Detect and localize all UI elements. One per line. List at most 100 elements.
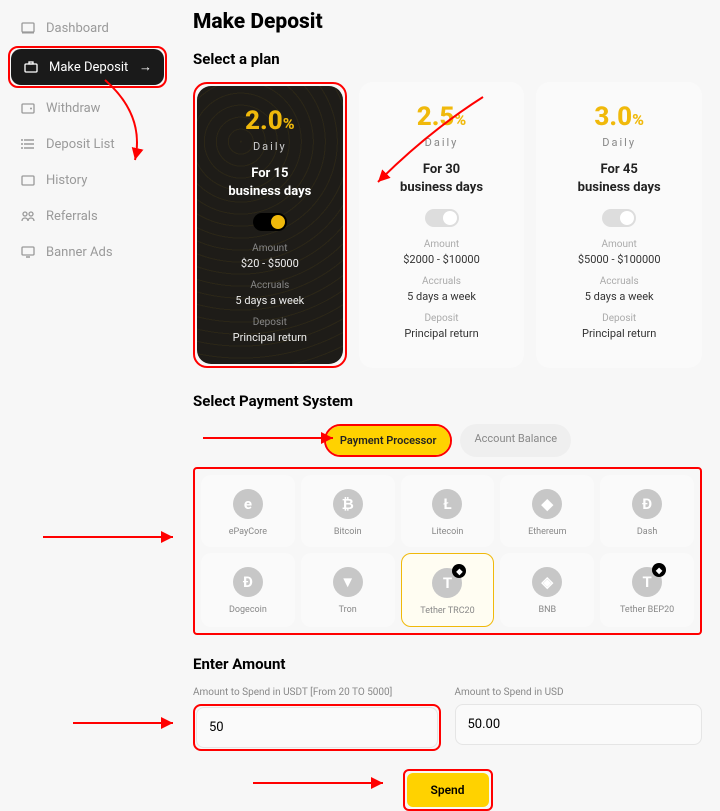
spend-button[interactable]: Spend bbox=[407, 773, 489, 807]
amount-usd-label: Amount to Spend in USD bbox=[455, 687, 703, 698]
dash-icon: Đ bbox=[632, 489, 662, 519]
arrow-right-icon: → bbox=[139, 59, 152, 75]
pay-method-bnb[interactable]: ◈BNB bbox=[500, 553, 594, 627]
tether-icon: T◆ bbox=[432, 568, 462, 598]
accruals-label: Accruals bbox=[369, 276, 515, 287]
history-icon bbox=[20, 172, 36, 188]
plan-toggle[interactable] bbox=[602, 209, 636, 227]
deposit-value: Principal return bbox=[546, 327, 692, 340]
amount-section: Enter Amount Amount to Spend in USDT [Fr… bbox=[193, 655, 702, 811]
amount-value: $20 - $5000 bbox=[207, 257, 333, 270]
deposit-label: Deposit bbox=[546, 313, 692, 324]
sidebar-item-history[interactable]: History bbox=[8, 162, 167, 198]
pay-tabs-row: Payment Processor Account Balance bbox=[193, 424, 702, 467]
annotation-arrow-icon bbox=[253, 773, 393, 793]
plan-rate: 3.0% bbox=[546, 102, 692, 132]
plan-rate: 2.0% bbox=[207, 106, 333, 136]
plan-period-label: Daily bbox=[369, 136, 515, 149]
plan-card-1[interactable]: 2.0% Daily For 15business days Amount $2… bbox=[197, 86, 343, 364]
sidebar-item-make-deposit[interactable]: Make Deposit → bbox=[11, 49, 164, 85]
ethereum-icon: ◆ bbox=[532, 489, 562, 519]
pay-method-bitcoin[interactable]: ₿Bitcoin bbox=[301, 475, 395, 547]
payment-section: Select Payment System Payment Processor … bbox=[193, 392, 702, 635]
pay-method-tron[interactable]: ▼Tron bbox=[301, 553, 395, 627]
sidebar: Dashboard Make Deposit → Withdraw Deposi… bbox=[0, 0, 175, 810]
plan-duration: For 30business days bbox=[369, 161, 515, 197]
network-badge-icon: ◆ bbox=[452, 564, 466, 578]
highlight-box: 2.0% Daily For 15business days Amount $2… bbox=[193, 82, 347, 368]
main-content: Make Deposit Select a plan 2.0% Daily Fo… bbox=[175, 0, 720, 810]
sidebar-item-label: Dashboard bbox=[46, 21, 109, 36]
amount-value: $5000 - $100000 bbox=[546, 253, 692, 266]
amount-value: $2000 - $10000 bbox=[369, 253, 515, 266]
highlight-box: eePayCore ₿Bitcoin ŁLitecoin ◆Ethereum Đ… bbox=[193, 467, 702, 635]
dogecoin-icon: Ð bbox=[233, 567, 263, 597]
highlight-box: Spend bbox=[403, 769, 493, 811]
deposit-label: Deposit bbox=[207, 317, 333, 328]
dashboard-icon bbox=[20, 20, 36, 36]
deposit-value: Principal return bbox=[207, 331, 333, 344]
wallet-icon bbox=[20, 100, 36, 116]
accruals-value: 5 days a week bbox=[546, 290, 692, 303]
deposit-value: Principal return bbox=[369, 327, 515, 340]
accruals-label: Accruals bbox=[546, 276, 692, 287]
deposit-label: Deposit bbox=[369, 313, 515, 324]
sidebar-item-deposit-list[interactable]: Deposit List bbox=[8, 126, 167, 162]
accruals-value: 5 days a week bbox=[369, 290, 515, 303]
payment-grid: eePayCore ₿Bitcoin ŁLitecoin ◆Ethereum Đ… bbox=[201, 475, 694, 627]
sidebar-item-label: History bbox=[46, 173, 87, 188]
sidebar-item-label: Deposit List bbox=[46, 137, 115, 152]
plan-card-2[interactable]: 2.5% Daily For 30business days Amount $2… bbox=[359, 82, 525, 368]
highlight-box: Payment Processor bbox=[324, 424, 453, 457]
plans-row: 2.0% Daily For 15business days Amount $2… bbox=[193, 82, 702, 368]
tron-icon: ▼ bbox=[333, 567, 363, 597]
tab-account-balance[interactable]: Account Balance bbox=[460, 424, 571, 457]
amount-spend-input[interactable] bbox=[196, 707, 438, 748]
plan-toggle[interactable] bbox=[253, 213, 287, 231]
tab-payment-processor[interactable]: Payment Processor bbox=[326, 426, 451, 455]
plan-period-label: Daily bbox=[546, 136, 692, 149]
amount-label: Amount bbox=[207, 243, 333, 254]
section-title-plan: Select a plan bbox=[193, 50, 702, 68]
amount-spend-label: Amount to Spend in USDT [From 20 TO 5000… bbox=[193, 687, 441, 698]
amount-usd-col: Amount to Spend in USD bbox=[455, 687, 703, 751]
amount-usd-input[interactable] bbox=[455, 704, 703, 745]
plan-card-3[interactable]: 3.0% Daily For 45business days Amount $5… bbox=[536, 82, 702, 368]
highlight-box bbox=[193, 704, 441, 751]
highlight-box: Make Deposit → bbox=[8, 46, 167, 88]
pay-method-litecoin[interactable]: ŁLitecoin bbox=[401, 475, 495, 547]
plan-period-label: Daily bbox=[207, 140, 333, 153]
section-title-amount: Enter Amount bbox=[193, 655, 702, 673]
pay-method-tether-bep20[interactable]: T◆Tether BEP20 bbox=[600, 553, 694, 627]
sidebar-item-banner-ads[interactable]: Banner Ads bbox=[8, 234, 167, 270]
pay-method-dash[interactable]: ĐDash bbox=[600, 475, 694, 547]
tether-icon: T◆ bbox=[632, 567, 662, 597]
litecoin-icon: Ł bbox=[432, 489, 462, 519]
briefcase-icon bbox=[23, 59, 39, 75]
sidebar-item-referrals[interactable]: Referrals bbox=[8, 198, 167, 234]
list-icon bbox=[20, 136, 36, 152]
accruals-value: 5 days a week bbox=[207, 294, 333, 307]
monitor-icon bbox=[20, 244, 36, 260]
sidebar-item-label: Withdraw bbox=[46, 101, 100, 116]
network-badge-icon: ◆ bbox=[652, 563, 666, 577]
bitcoin-icon: ₿ bbox=[333, 489, 363, 519]
sidebar-item-label: Banner Ads bbox=[46, 245, 113, 260]
sidebar-item-withdraw[interactable]: Withdraw bbox=[8, 90, 167, 126]
pay-method-dogecoin[interactable]: ÐDogecoin bbox=[201, 553, 295, 627]
pay-method-ethereum[interactable]: ◆Ethereum bbox=[500, 475, 594, 547]
bnb-icon: ◈ bbox=[532, 567, 562, 597]
people-icon bbox=[20, 208, 36, 224]
sidebar-item-dashboard[interactable]: Dashboard bbox=[8, 10, 167, 46]
annotation-arrow-icon bbox=[203, 428, 343, 448]
amount-label: Amount bbox=[546, 239, 692, 250]
plan-toggle[interactable] bbox=[425, 209, 459, 227]
plan-duration: For 15business days bbox=[207, 165, 333, 201]
section-title-payment: Select Payment System bbox=[193, 392, 702, 410]
epaycore-icon: e bbox=[233, 489, 263, 519]
sidebar-item-label: Referrals bbox=[46, 209, 98, 224]
accruals-label: Accruals bbox=[207, 280, 333, 291]
pay-method-epaycore[interactable]: eePayCore bbox=[201, 475, 295, 547]
page-title: Make Deposit bbox=[193, 10, 702, 34]
pay-method-tether-trc20[interactable]: T◆Tether TRC20 bbox=[401, 553, 495, 627]
